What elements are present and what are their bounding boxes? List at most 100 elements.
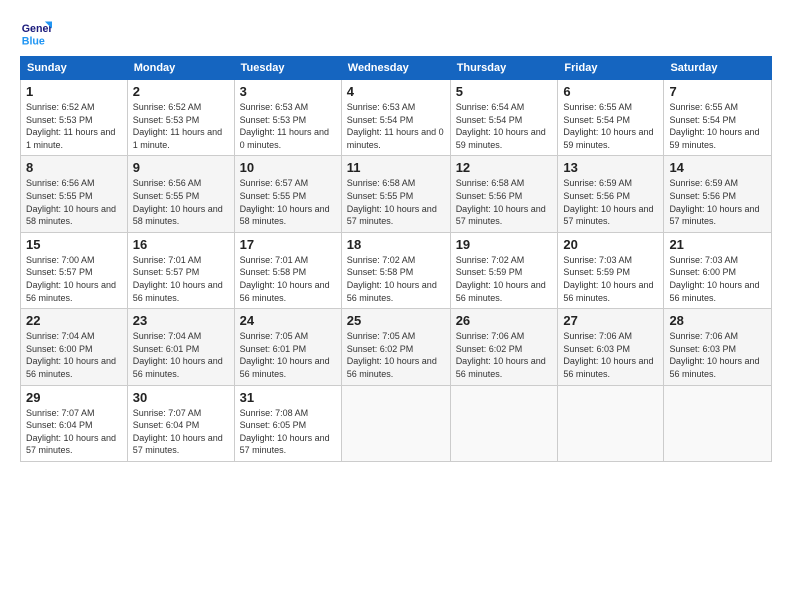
- calendar-cell: 20 Sunrise: 7:03 AM Sunset: 5:59 PM Dayl…: [558, 232, 664, 308]
- calendar-cell: 12 Sunrise: 6:58 AM Sunset: 5:56 PM Dayl…: [450, 156, 558, 232]
- calendar-cell: 1 Sunrise: 6:52 AM Sunset: 5:53 PM Dayli…: [21, 80, 128, 156]
- calendar-cell: 22 Sunrise: 7:04 AM Sunset: 6:00 PM Dayl…: [21, 309, 128, 385]
- calendar-header-wednesday: Wednesday: [341, 57, 450, 80]
- calendar-cell: 13 Sunrise: 6:59 AM Sunset: 5:56 PM Dayl…: [558, 156, 664, 232]
- calendar-cell: 4 Sunrise: 6:53 AM Sunset: 5:54 PM Dayli…: [341, 80, 450, 156]
- day-number: 4: [347, 84, 445, 99]
- day-info: Sunrise: 6:54 AM Sunset: 5:54 PM Dayligh…: [456, 101, 553, 151]
- calendar-cell: 27 Sunrise: 7:06 AM Sunset: 6:03 PM Dayl…: [558, 309, 664, 385]
- day-number: 9: [133, 160, 229, 175]
- day-info: Sunrise: 7:03 AM Sunset: 6:00 PM Dayligh…: [669, 254, 766, 304]
- day-info: Sunrise: 6:59 AM Sunset: 5:56 PM Dayligh…: [669, 177, 766, 227]
- day-info: Sunrise: 7:05 AM Sunset: 6:01 PM Dayligh…: [240, 330, 336, 380]
- day-number: 20: [563, 237, 658, 252]
- calendar-header-sunday: Sunday: [21, 57, 128, 80]
- day-info: Sunrise: 7:02 AM Sunset: 5:58 PM Dayligh…: [347, 254, 445, 304]
- calendar-cell: 19 Sunrise: 7:02 AM Sunset: 5:59 PM Dayl…: [450, 232, 558, 308]
- day-info: Sunrise: 7:08 AM Sunset: 6:05 PM Dayligh…: [240, 407, 336, 457]
- page: General Blue SundayMondayTuesdayWednesda…: [0, 0, 792, 472]
- day-number: 14: [669, 160, 766, 175]
- calendar-cell: 14 Sunrise: 6:59 AM Sunset: 5:56 PM Dayl…: [664, 156, 772, 232]
- day-number: 16: [133, 237, 229, 252]
- day-info: Sunrise: 7:06 AM Sunset: 6:03 PM Dayligh…: [669, 330, 766, 380]
- day-info: Sunrise: 7:01 AM Sunset: 5:57 PM Dayligh…: [133, 254, 229, 304]
- day-info: Sunrise: 6:57 AM Sunset: 5:55 PM Dayligh…: [240, 177, 336, 227]
- day-info: Sunrise: 7:02 AM Sunset: 5:59 PM Dayligh…: [456, 254, 553, 304]
- day-info: Sunrise: 7:06 AM Sunset: 6:03 PM Dayligh…: [563, 330, 658, 380]
- calendar-cell: 29 Sunrise: 7:07 AM Sunset: 6:04 PM Dayl…: [21, 385, 128, 461]
- day-number: 26: [456, 313, 553, 328]
- calendar-cell: 21 Sunrise: 7:03 AM Sunset: 6:00 PM Dayl…: [664, 232, 772, 308]
- calendar-cell: [664, 385, 772, 461]
- calendar-week-3: 15 Sunrise: 7:00 AM Sunset: 5:57 PM Dayl…: [21, 232, 772, 308]
- calendar-cell: 18 Sunrise: 7:02 AM Sunset: 5:58 PM Dayl…: [341, 232, 450, 308]
- day-number: 1: [26, 84, 122, 99]
- calendar-body: 1 Sunrise: 6:52 AM Sunset: 5:53 PM Dayli…: [21, 80, 772, 462]
- calendar-cell: 28 Sunrise: 7:06 AM Sunset: 6:03 PM Dayl…: [664, 309, 772, 385]
- day-number: 10: [240, 160, 336, 175]
- day-info: Sunrise: 6:56 AM Sunset: 5:55 PM Dayligh…: [133, 177, 229, 227]
- calendar-table: SundayMondayTuesdayWednesdayThursdayFrid…: [20, 56, 772, 462]
- header: General Blue: [20, 18, 772, 50]
- day-number: 5: [456, 84, 553, 99]
- calendar-week-4: 22 Sunrise: 7:04 AM Sunset: 6:00 PM Dayl…: [21, 309, 772, 385]
- day-number: 29: [26, 390, 122, 405]
- day-info: Sunrise: 7:04 AM Sunset: 6:01 PM Dayligh…: [133, 330, 229, 380]
- calendar-cell: 16 Sunrise: 7:01 AM Sunset: 5:57 PM Dayl…: [127, 232, 234, 308]
- day-number: 31: [240, 390, 336, 405]
- day-number: 7: [669, 84, 766, 99]
- day-number: 28: [669, 313, 766, 328]
- calendar-header-friday: Friday: [558, 57, 664, 80]
- day-number: 23: [133, 313, 229, 328]
- day-info: Sunrise: 6:53 AM Sunset: 5:54 PM Dayligh…: [347, 101, 445, 151]
- calendar-cell: 30 Sunrise: 7:07 AM Sunset: 6:04 PM Dayl…: [127, 385, 234, 461]
- day-info: Sunrise: 6:53 AM Sunset: 5:53 PM Dayligh…: [240, 101, 336, 151]
- calendar-header-thursday: Thursday: [450, 57, 558, 80]
- day-info: Sunrise: 7:07 AM Sunset: 6:04 PM Dayligh…: [133, 407, 229, 457]
- calendar-cell: 8 Sunrise: 6:56 AM Sunset: 5:55 PM Dayli…: [21, 156, 128, 232]
- day-number: 17: [240, 237, 336, 252]
- day-number: 2: [133, 84, 229, 99]
- calendar-cell: 11 Sunrise: 6:58 AM Sunset: 5:55 PM Dayl…: [341, 156, 450, 232]
- day-info: Sunrise: 7:06 AM Sunset: 6:02 PM Dayligh…: [456, 330, 553, 380]
- day-number: 18: [347, 237, 445, 252]
- calendar-cell: 31 Sunrise: 7:08 AM Sunset: 6:05 PM Dayl…: [234, 385, 341, 461]
- calendar-cell: 7 Sunrise: 6:55 AM Sunset: 5:54 PM Dayli…: [664, 80, 772, 156]
- day-info: Sunrise: 7:00 AM Sunset: 5:57 PM Dayligh…: [26, 254, 122, 304]
- calendar-cell: 23 Sunrise: 7:04 AM Sunset: 6:01 PM Dayl…: [127, 309, 234, 385]
- day-info: Sunrise: 6:52 AM Sunset: 5:53 PM Dayligh…: [133, 101, 229, 151]
- day-number: 8: [26, 160, 122, 175]
- calendar-cell: [341, 385, 450, 461]
- day-info: Sunrise: 6:55 AM Sunset: 5:54 PM Dayligh…: [669, 101, 766, 151]
- day-number: 13: [563, 160, 658, 175]
- day-info: Sunrise: 7:03 AM Sunset: 5:59 PM Dayligh…: [563, 254, 658, 304]
- day-number: 27: [563, 313, 658, 328]
- svg-text:Blue: Blue: [22, 36, 45, 48]
- calendar-week-2: 8 Sunrise: 6:56 AM Sunset: 5:55 PM Dayli…: [21, 156, 772, 232]
- day-number: 19: [456, 237, 553, 252]
- calendar-header-saturday: Saturday: [664, 57, 772, 80]
- day-info: Sunrise: 6:58 AM Sunset: 5:55 PM Dayligh…: [347, 177, 445, 227]
- day-number: 3: [240, 84, 336, 99]
- calendar-header-row: SundayMondayTuesdayWednesdayThursdayFrid…: [21, 57, 772, 80]
- day-number: 21: [669, 237, 766, 252]
- calendar-cell: 6 Sunrise: 6:55 AM Sunset: 5:54 PM Dayli…: [558, 80, 664, 156]
- calendar-cell: 15 Sunrise: 7:00 AM Sunset: 5:57 PM Dayl…: [21, 232, 128, 308]
- day-number: 30: [133, 390, 229, 405]
- day-info: Sunrise: 7:01 AM Sunset: 5:58 PM Dayligh…: [240, 254, 336, 304]
- day-info: Sunrise: 6:59 AM Sunset: 5:56 PM Dayligh…: [563, 177, 658, 227]
- day-number: 22: [26, 313, 122, 328]
- calendar-cell: 17 Sunrise: 7:01 AM Sunset: 5:58 PM Dayl…: [234, 232, 341, 308]
- day-number: 6: [563, 84, 658, 99]
- day-info: Sunrise: 6:52 AM Sunset: 5:53 PM Dayligh…: [26, 101, 122, 151]
- calendar-cell: 10 Sunrise: 6:57 AM Sunset: 5:55 PM Dayl…: [234, 156, 341, 232]
- calendar-header-monday: Monday: [127, 57, 234, 80]
- calendar-week-1: 1 Sunrise: 6:52 AM Sunset: 5:53 PM Dayli…: [21, 80, 772, 156]
- calendar-cell: 3 Sunrise: 6:53 AM Sunset: 5:53 PM Dayli…: [234, 80, 341, 156]
- calendar-cell: 9 Sunrise: 6:56 AM Sunset: 5:55 PM Dayli…: [127, 156, 234, 232]
- calendar-cell: 24 Sunrise: 7:05 AM Sunset: 6:01 PM Dayl…: [234, 309, 341, 385]
- calendar-cell: 25 Sunrise: 7:05 AM Sunset: 6:02 PM Dayl…: [341, 309, 450, 385]
- day-number: 12: [456, 160, 553, 175]
- calendar-cell: [450, 385, 558, 461]
- day-info: Sunrise: 7:05 AM Sunset: 6:02 PM Dayligh…: [347, 330, 445, 380]
